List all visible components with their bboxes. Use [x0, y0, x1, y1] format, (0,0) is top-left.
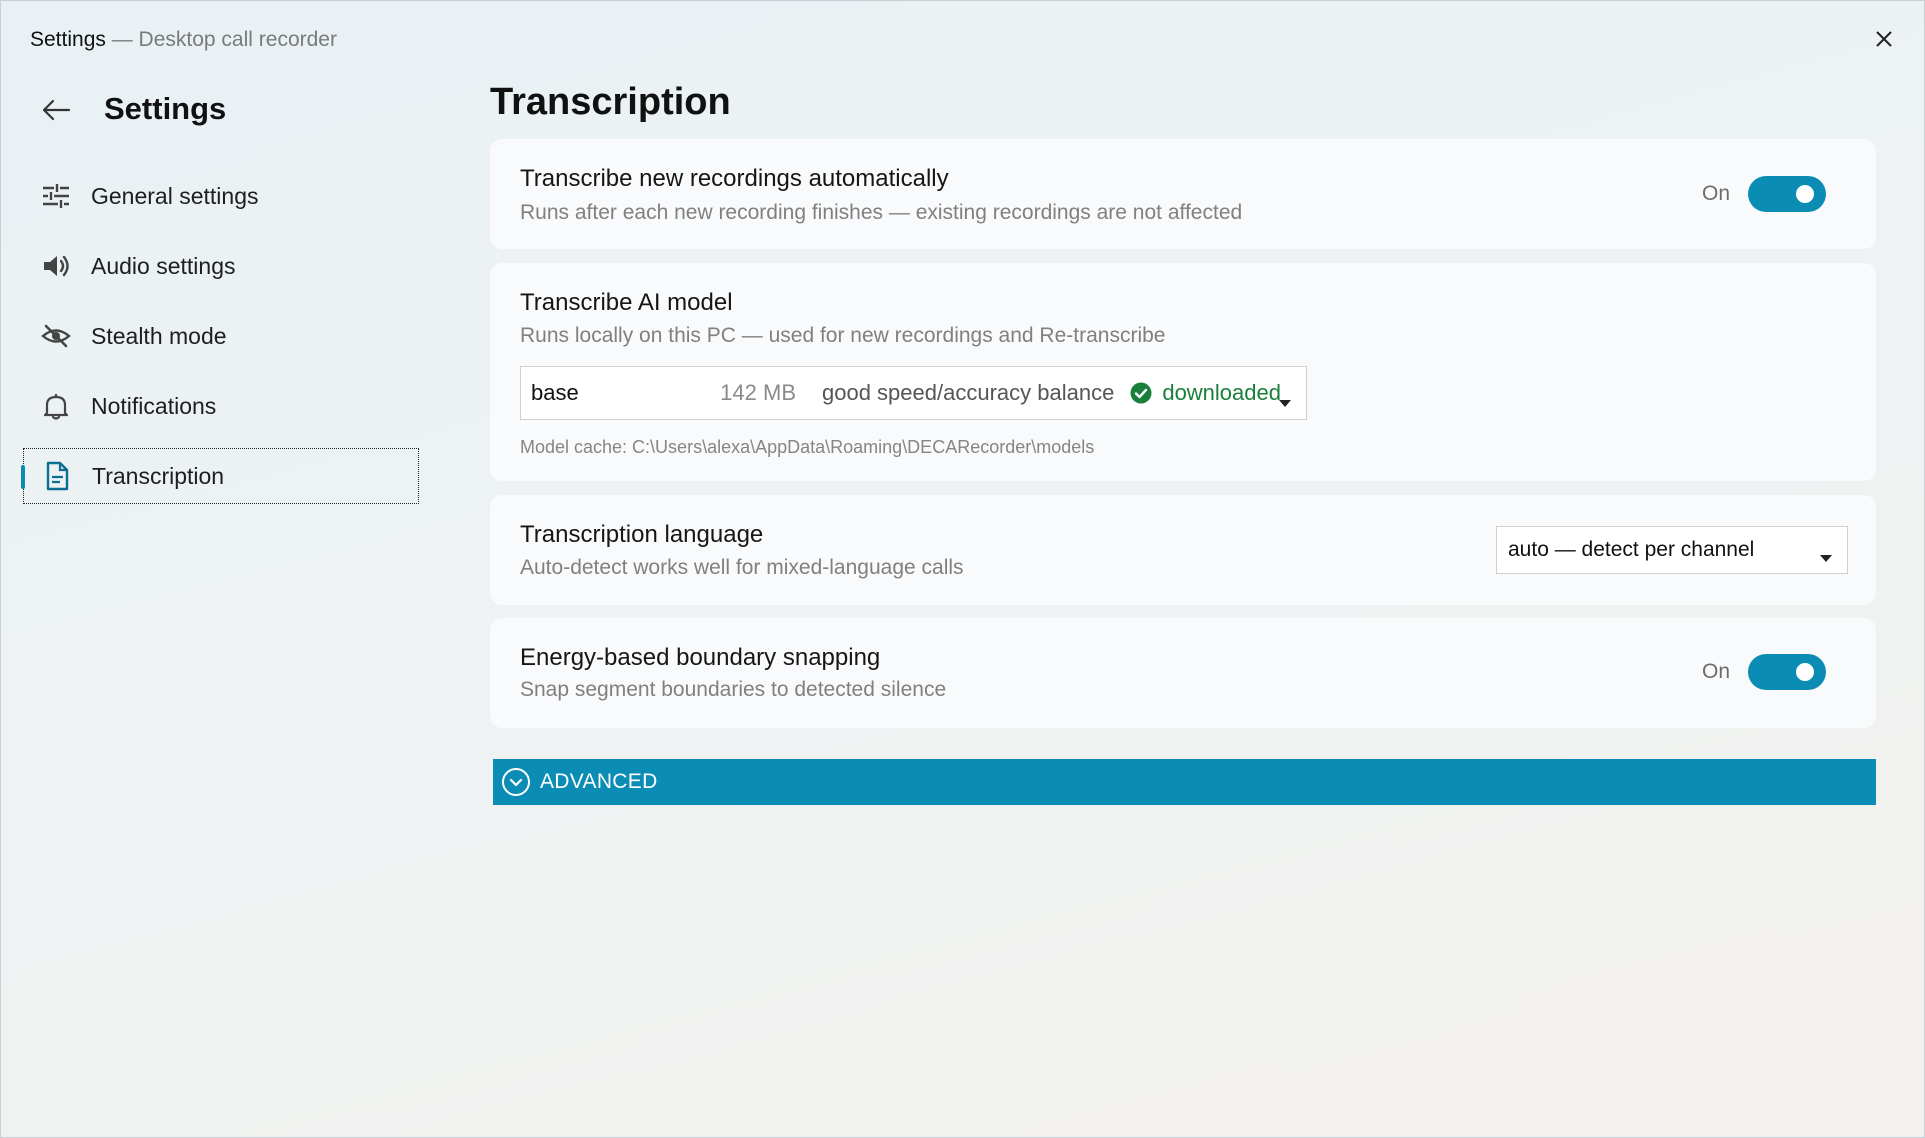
model-name: base	[531, 380, 579, 405]
arrow-left-icon	[42, 99, 71, 121]
boundary-card: Energy-based boundary snapping Snap segm…	[490, 618, 1876, 728]
chevron-down-icon	[1278, 388, 1292, 414]
auto-transcribe-subtitle: Runs after each new recording finishes —…	[520, 201, 1243, 224]
language-select[interactable]: auto — detect per channel	[1496, 526, 1848, 574]
auto-transcribe-toggle[interactable]	[1748, 176, 1826, 212]
toggle-knob	[1796, 663, 1814, 681]
sidebar-item-label: Audio settings	[91, 252, 236, 279]
auto-transcribe-card: Transcribe new recordings automatically …	[490, 139, 1876, 249]
sidebar-item-transcription[interactable]: Transcription	[21, 448, 419, 504]
sidebar-item-general-settings[interactable]: General settings	[23, 168, 419, 224]
boundary-title: Energy-based boundary snapping	[520, 644, 881, 671]
model-size: 142 MB	[720, 380, 796, 405]
window-title-app: Settings	[30, 28, 106, 51]
chevron-circle-down-icon	[501, 767, 531, 797]
auto-transcribe-title: Transcribe new recordings automatically	[520, 165, 949, 192]
sliders-icon	[39, 183, 73, 209]
advanced-expander[interactable]: ADVANCED	[493, 759, 1876, 805]
sidebar-item-label: General settings	[91, 182, 259, 209]
bell-icon	[39, 392, 73, 420]
close-button[interactable]	[1866, 21, 1902, 57]
sidebar-item-audio-settings[interactable]: Audio settings	[23, 238, 419, 294]
language-title: Transcription language	[520, 521, 764, 548]
model-subtitle: Runs locally on this PC — used for new r…	[520, 324, 1166, 347]
boundary-toggle-group: On	[1702, 654, 1826, 690]
boundary-subtitle: Snap segment boundaries to detected sile…	[520, 678, 947, 701]
model-cache-path: Model cache: C:\Users\alexa\AppData\Roam…	[520, 437, 1095, 457]
language-selected-value: auto — detect per channel	[1508, 538, 1755, 561]
sidebar-item-notifications[interactable]: Notifications	[23, 378, 419, 434]
toggle-state-label: On	[1701, 660, 1730, 683]
check-circle-icon	[1130, 382, 1152, 404]
window-title: Settings — Desktop call recorder	[30, 28, 337, 52]
toggle-knob	[1796, 185, 1814, 203]
boundary-toggle[interactable]	[1748, 654, 1826, 690]
page-title: Transcription	[490, 81, 731, 123]
auto-transcribe-toggle-group: On	[1702, 176, 1826, 212]
close-icon	[1876, 31, 1892, 47]
model-card: Transcribe AI model Runs locally on this…	[490, 263, 1876, 481]
speaker-icon	[39, 253, 73, 279]
toggle-state-label: On	[1701, 182, 1730, 205]
settings-window: Settings — Desktop call recorder Setting…	[0, 0, 1925, 1138]
document-icon	[40, 461, 74, 491]
chevron-down-icon	[1819, 545, 1833, 569]
sidebar-item-label: Transcription	[92, 462, 225, 489]
sidebar-title: Settings	[104, 91, 227, 126]
language-subtitle: Auto-detect works well for mixed-languag…	[520, 556, 964, 579]
model-select[interactable]: base 142 MB good speed/accuracy balance …	[520, 366, 1307, 420]
language-card: Transcription language Auto-detect works…	[490, 495, 1876, 605]
active-indicator	[21, 465, 25, 489]
eye-off-icon	[39, 323, 73, 349]
model-status-label: downloaded	[1162, 380, 1281, 405]
sidebar-item-label: Stealth mode	[91, 322, 227, 349]
back-button[interactable]	[41, 93, 81, 127]
model-status: downloaded	[1130, 380, 1281, 406]
window-title-subtitle: — Desktop call recorder	[105, 28, 337, 51]
sidebar-item-stealth-mode[interactable]: Stealth mode	[23, 308, 419, 364]
sidebar-item-label: Notifications	[91, 392, 217, 419]
advanced-label: ADVANCED	[540, 770, 658, 793]
model-title: Transcribe AI model	[520, 289, 733, 316]
model-description: good speed/accuracy balance	[822, 380, 1115, 405]
